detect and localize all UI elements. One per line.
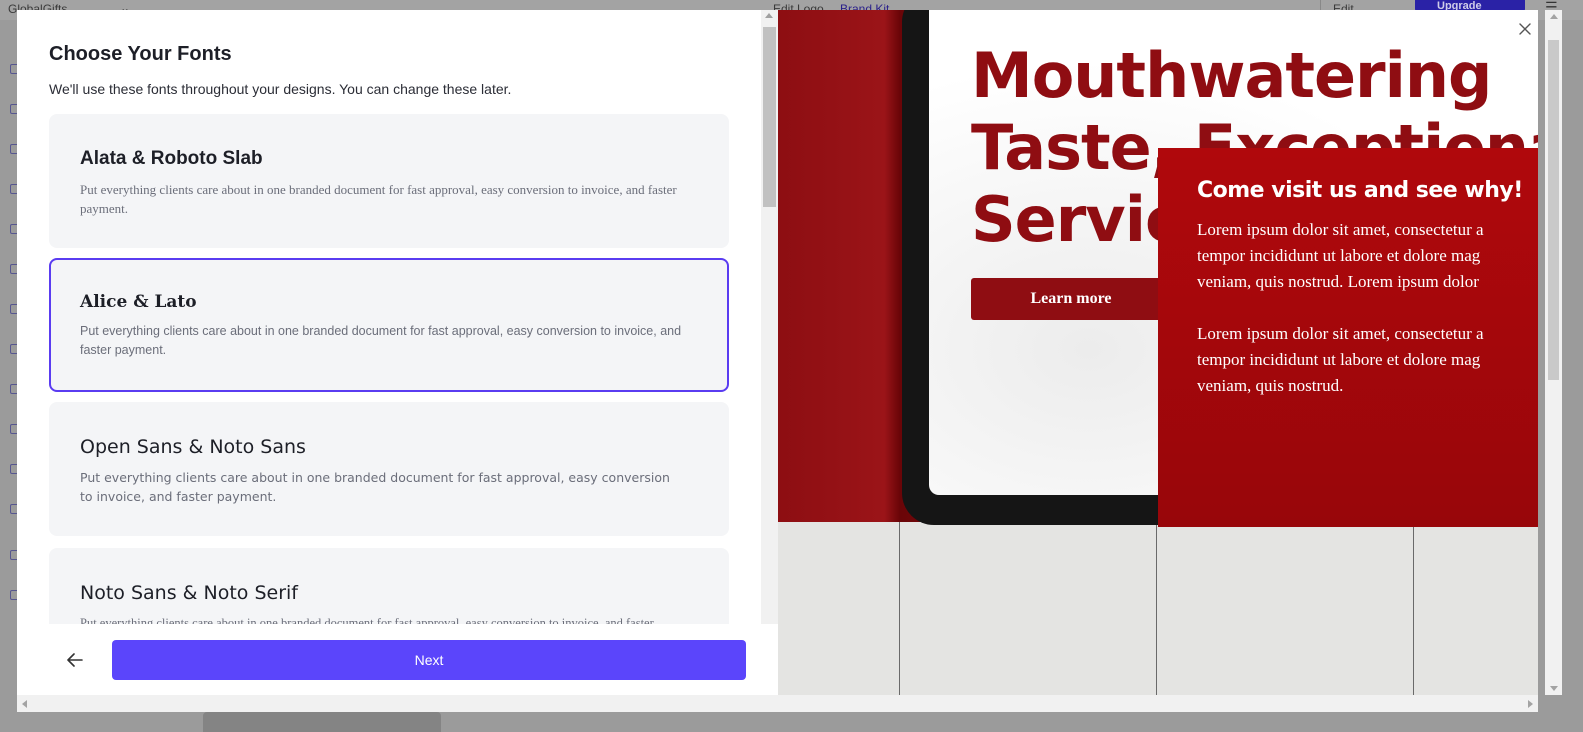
floor-line bbox=[899, 522, 900, 695]
next-button[interactable]: Next bbox=[112, 640, 746, 680]
close-button[interactable] bbox=[1514, 18, 1536, 40]
learn-more-button: Learn more bbox=[971, 278, 1171, 320]
arrow-left-icon bbox=[67, 653, 83, 667]
page-vertical-scrollbar[interactable] bbox=[1545, 10, 1562, 695]
panel-line: Lorem ipsum dolor sit amet, consectetur … bbox=[1197, 324, 1484, 343]
font-option-description: Put everything clients care about in one… bbox=[80, 182, 677, 216]
panel-line: veniam, quis nostrud. bbox=[1197, 376, 1344, 395]
panel-title: Come visit us and see why! bbox=[1197, 178, 1523, 203]
scrollbar-thumb[interactable] bbox=[1548, 40, 1559, 380]
panel-line: veniam, quis nostrud. Lorem ipsum dolor bbox=[1197, 272, 1479, 291]
floor-line bbox=[1413, 522, 1414, 695]
scroll-up-icon[interactable] bbox=[765, 13, 773, 18]
panel-line: Lorem ipsum dolor sit amet, consectetur … bbox=[1197, 220, 1484, 239]
panel-paragraph: Lorem ipsum dolor sit amet, consectetur … bbox=[1197, 321, 1538, 399]
modal-subtitle: We'll use these fonts throughout your de… bbox=[49, 81, 512, 97]
options-scrollbar[interactable] bbox=[761, 10, 778, 624]
font-option-noto-sans-noto-serif[interactable]: Noto Sans & Noto Serif Put everything cl… bbox=[49, 548, 729, 624]
preview-floor bbox=[778, 522, 1538, 695]
font-option-open-sans-noto-sans[interactable]: Open Sans & Noto Sans Put everything cli… bbox=[49, 402, 729, 536]
font-option-name: Noto Sans & Noto Serif bbox=[80, 582, 298, 604]
brand-preview: Mouthwatering Taste, Exceptional Service… bbox=[778, 10, 1538, 695]
scroll-left-icon[interactable] bbox=[22, 700, 27, 708]
horizontal-scrollbar[interactable] bbox=[17, 695, 1538, 712]
font-option-alata-roboto-slab[interactable]: Alata & Roboto Slab Put everything clien… bbox=[49, 114, 729, 248]
close-icon bbox=[1519, 23, 1531, 35]
scroll-down-icon[interactable] bbox=[1550, 686, 1558, 691]
scroll-up-icon[interactable] bbox=[1550, 14, 1558, 19]
panel-line: tempor incididunt ut labore et dolore ma… bbox=[1197, 350, 1481, 369]
font-picker-modal: Choose Your Fonts We'll use these fonts … bbox=[17, 10, 1538, 712]
preview-info-panel: Come visit us and see why! Lorem ipsum d… bbox=[1158, 148, 1538, 527]
font-option-description: Put everything clients care about in one… bbox=[80, 616, 654, 624]
panel-line: tempor incididunt ut labore et dolore ma… bbox=[1197, 246, 1481, 265]
modal-title: Choose Your Fonts bbox=[49, 43, 232, 65]
back-button[interactable] bbox=[61, 646, 89, 674]
scroll-right-icon[interactable] bbox=[1528, 700, 1533, 708]
font-option-description: Put everything clients care about in one… bbox=[80, 324, 682, 357]
font-option-alice-lato[interactable]: Alice & Lato Put everything clients care… bbox=[49, 258, 729, 392]
background-footer-panel bbox=[203, 712, 441, 732]
font-options-panel[interactable]: Choose Your Fonts We'll use these fonts … bbox=[17, 10, 778, 624]
background-sidebar bbox=[0, 20, 20, 732]
panel-paragraph: Lorem ipsum dolor sit amet, consectetur … bbox=[1197, 217, 1538, 295]
font-option-name: Alice & Lato bbox=[80, 292, 197, 312]
font-option-name: Open Sans & Noto Sans bbox=[80, 436, 306, 458]
font-option-description: Put everything clients care about in one… bbox=[80, 470, 670, 504]
font-option-name: Alata & Roboto Slab bbox=[80, 148, 263, 169]
headline-line: Mouthwatering bbox=[971, 39, 1492, 112]
floor-line bbox=[1156, 522, 1157, 695]
scrollbar-thumb[interactable] bbox=[763, 27, 776, 207]
